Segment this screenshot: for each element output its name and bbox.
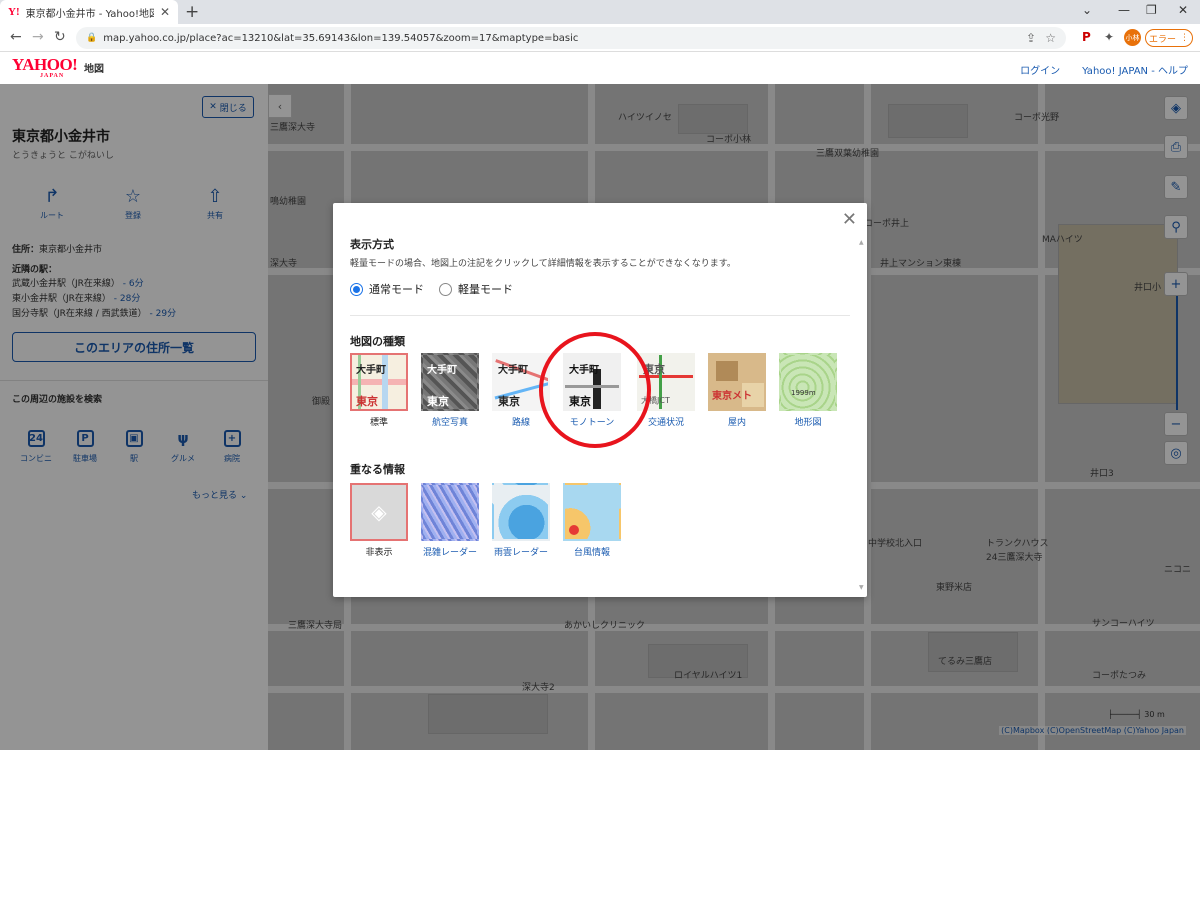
thumb-text: 東京 [498, 395, 520, 408]
indoor-thumbnail: 東京メト [708, 353, 766, 411]
map-type-standard[interactable]: 大手町 東京 標準 [350, 353, 408, 428]
restore-icon[interactable]: ❐ [1146, 3, 1157, 17]
yahoo-header: YAHOO! JAPAN 地図 ログイン Yahoo! JAPAN - ヘルプ [0, 52, 1200, 84]
reload-icon[interactable]: ↻ [54, 29, 66, 45]
forward-icon[interactable]: → [32, 29, 44, 45]
error-label: エラー [1148, 34, 1176, 45]
typhoon-thumbnail [563, 483, 621, 541]
rain-radar-thumbnail [492, 483, 550, 541]
address-bar: ← → ↻ 🔒 map.yahoo.co.jp/place?ac=13210&l… [0, 24, 1200, 52]
menu-dots-icon: ⋮ [1180, 33, 1189, 43]
error-button[interactable]: エラー ⋮ [1145, 29, 1193, 47]
thumb-text: 東京メト [712, 391, 752, 402]
overlay-label: 混雑レーダー [422, 548, 477, 558]
aerial-thumbnail: 大手町 東京 [421, 353, 479, 411]
minimize-icon[interactable]: — [1118, 3, 1130, 17]
overlay-label: 非表示 [365, 548, 393, 558]
extensions-icon[interactable]: ✦ [1104, 30, 1114, 44]
overlay-none[interactable]: ◈ 非表示 [350, 483, 408, 558]
topographic-thumbnail: 1999m [779, 353, 837, 411]
map-type-topographic[interactable]: 1999m 地形図 [779, 353, 837, 428]
browser-tab-bar: Y! 東京都小金井市 - Yahoo!地図 ✕ + ⌄ — ❐ ✕ [0, 0, 1200, 24]
url-field[interactable]: 🔒 map.yahoo.co.jp/place?ac=13210&lat=35.… [76, 27, 1066, 49]
map-type-indoor[interactable]: 東京メト 屋内 [708, 353, 766, 428]
overlay-label: 雨雲レーダー [493, 548, 548, 558]
map-type-aerial[interactable]: 大手町 東京 航空写真 [421, 353, 479, 428]
window-close-icon[interactable]: ✕ [1178, 3, 1188, 17]
yahoo-japan-link[interactable]: Yahoo! JAPAN [1082, 66, 1148, 77]
extension-p-icon[interactable]: P [1082, 30, 1091, 44]
tab-close-icon[interactable]: ✕ [160, 5, 170, 19]
new-tab-icon[interactable]: + [185, 2, 199, 22]
map-type-label: 地形図 [794, 418, 822, 428]
highlight-circle [539, 332, 651, 448]
thumb-text: 大手町 [498, 365, 528, 376]
dialog-close-icon[interactable]: ✕ [842, 209, 857, 230]
service-name: 地図 [84, 64, 104, 75]
overlay-congestion-radar[interactable]: 混雑レーダー [421, 483, 479, 558]
yahoo-favicon-icon: Y! [8, 6, 20, 18]
yahoo-logo[interactable]: YAHOO! JAPAN [12, 55, 78, 80]
profile-avatar[interactable]: 小林 [1124, 29, 1141, 46]
standard-thumbnail: 大手町 東京 [350, 353, 408, 411]
map-type-label: 標準 [369, 418, 388, 428]
mode-light-label: 軽量モード [458, 283, 513, 296]
overlay-heading: 重なる情報 [350, 463, 405, 476]
thumb-text: 東京 [427, 395, 449, 408]
map-type-label: 航空写真 [431, 418, 468, 428]
map-type-label: 交通状況 [647, 418, 684, 428]
dialog-scrollbar[interactable]: ▲ ▼ [859, 239, 865, 591]
help-link[interactable]: ヘルプ [1158, 66, 1188, 77]
share-icon[interactable]: ⇪ [1026, 31, 1036, 45]
mode-normal-radio[interactable]: 通常モード [350, 281, 424, 297]
thumb-text: 大手町 [427, 365, 457, 376]
radio-unchecked-icon [439, 282, 452, 296]
overlay-typhoon[interactable]: 台風情報 [563, 483, 621, 558]
overlay-rain-radar[interactable]: 雨雲レーダー [492, 483, 550, 558]
display-mode-description: 軽量モードの場合、地図上の注記をクリックして詳細情報を表示することができなくなり… [350, 259, 736, 269]
login-link[interactable]: ログイン [1020, 62, 1060, 77]
tab-search-icon[interactable]: ⌄ [1082, 3, 1092, 17]
bookmark-star-icon[interactable]: ☆ [1045, 31, 1056, 45]
logo-subtext: JAPAN [40, 73, 65, 79]
browser-tab[interactable]: Y! 東京都小金井市 - Yahoo!地図 ✕ [0, 0, 178, 24]
map-type-label: 屋内 [727, 418, 746, 428]
mode-normal-label: 通常モード [369, 283, 424, 296]
back-icon[interactable]: ← [10, 29, 22, 45]
lock-icon: 🔒 [86, 33, 98, 43]
overlay-label: 台風情報 [573, 548, 610, 558]
logo-text: YAHOO! [12, 55, 78, 74]
congestion-radar-thumbnail [421, 483, 479, 541]
layers-icon: ◈ [350, 483, 408, 541]
divider [350, 315, 850, 316]
thumb-text: 1999m [791, 389, 816, 397]
map-type-label: 路線 [511, 418, 530, 428]
map-type-heading: 地図の種類 [350, 335, 405, 348]
thumb-text: 大手町 [356, 365, 386, 376]
thumb-text: 東京 [356, 395, 378, 408]
mode-light-radio[interactable]: 軽量モード [439, 281, 513, 297]
radio-checked-icon [350, 282, 363, 296]
url-text: map.yahoo.co.jp/place?ac=13210&lat=35.69… [103, 32, 579, 44]
tab-title: 東京都小金井市 - Yahoo!地図 [25, 8, 154, 20]
display-mode-heading: 表示方式 [350, 238, 394, 251]
